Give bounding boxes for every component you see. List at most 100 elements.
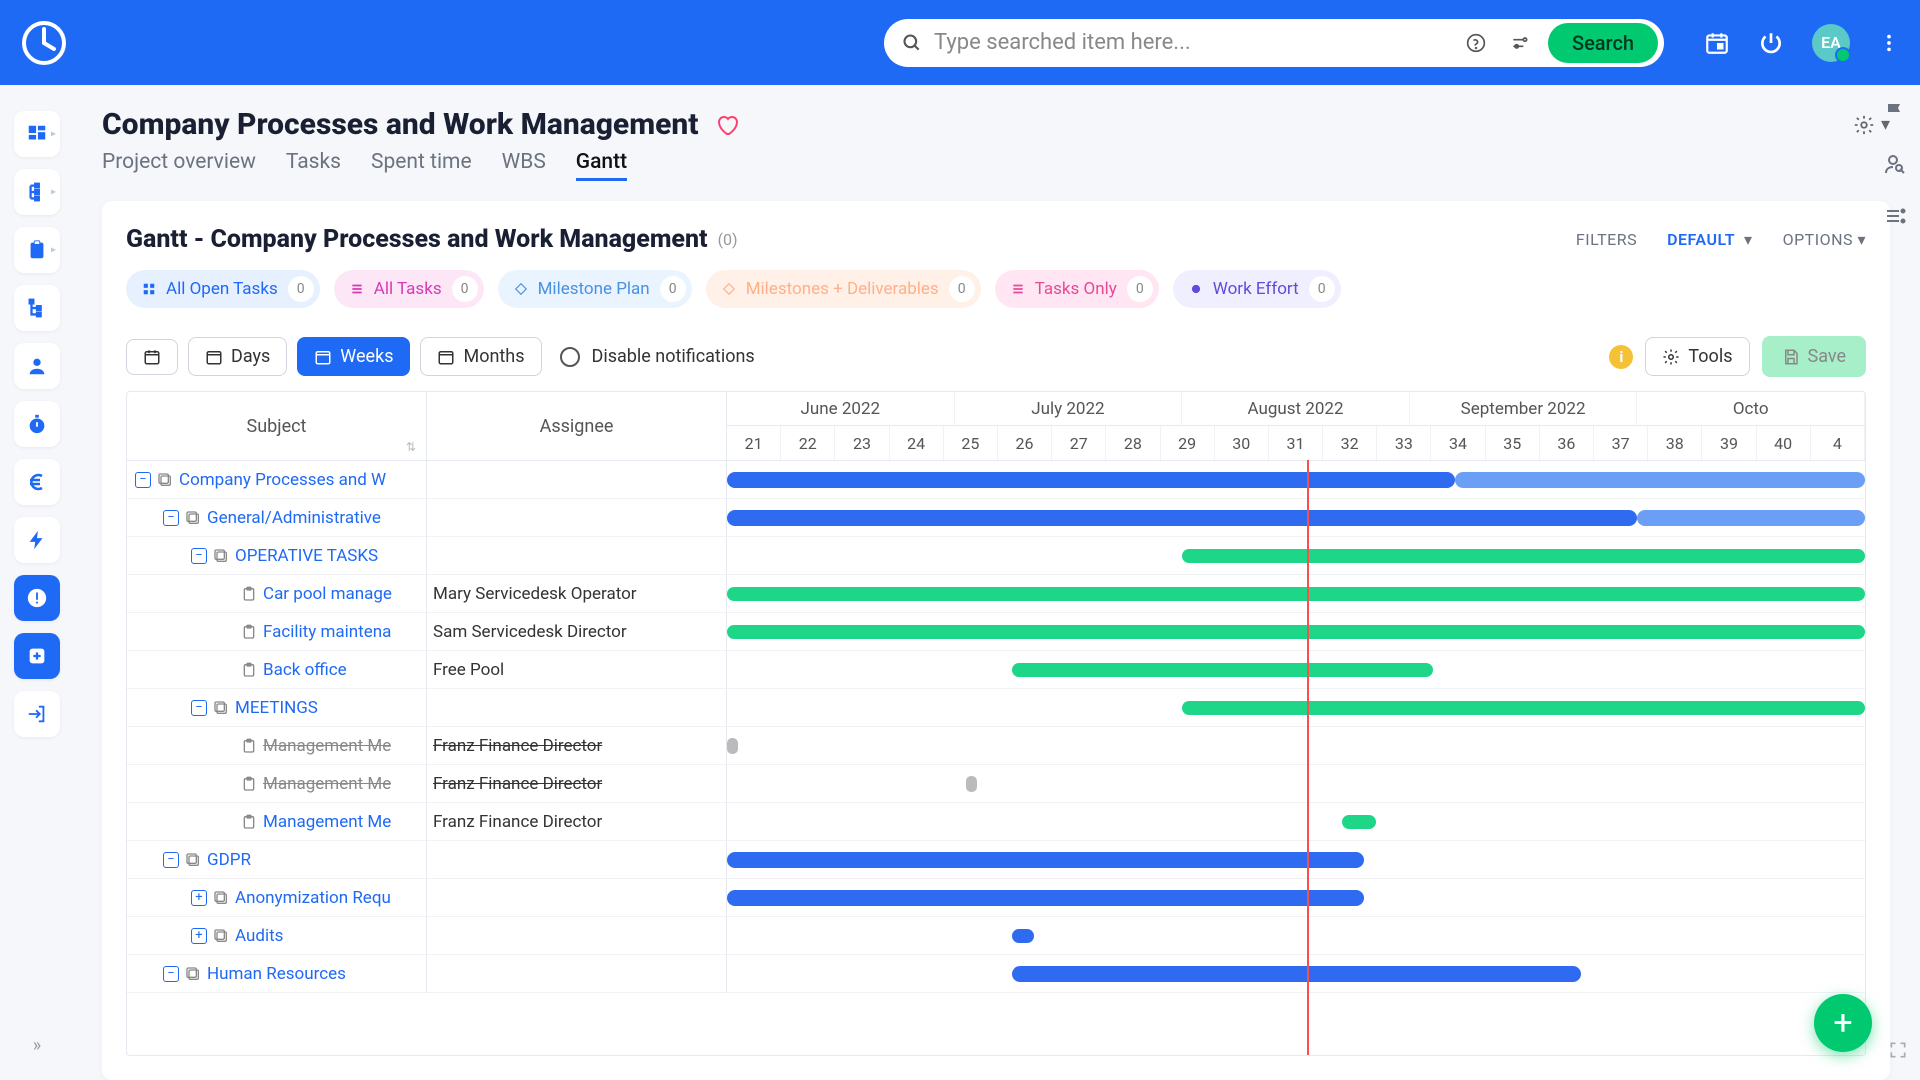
- gantt-row: Management MeFranz Finance Director: [127, 803, 1865, 841]
- tab-tasks[interactable]: Tasks: [286, 150, 341, 181]
- sort-icon[interactable]: ⇅: [406, 440, 416, 454]
- clipboard-icon: [241, 586, 257, 602]
- column-header-subject[interactable]: Subject⇅: [127, 392, 427, 460]
- gantt-bar[interactable]: [1455, 472, 1865, 488]
- filter-chip-tasks-only[interactable]: Tasks Only0: [995, 270, 1159, 308]
- diamond-icon: [722, 282, 736, 296]
- gantt-bar[interactable]: [1012, 966, 1581, 982]
- info-badge[interactable]: i: [1609, 345, 1633, 369]
- disable-notifications-toggle[interactable]: Disable notifications: [560, 346, 755, 367]
- more-icon[interactable]: [1878, 32, 1900, 54]
- gantt-bar[interactable]: [727, 890, 1364, 906]
- task-link[interactable]: Management Me: [263, 736, 391, 756]
- gantt-bar[interactable]: [727, 852, 1364, 868]
- expand-toggle[interactable]: [191, 890, 207, 906]
- week-label: 38: [1648, 426, 1702, 460]
- filters-dropdown[interactable]: DEFAULT ▾: [1667, 230, 1752, 249]
- expand-toggle[interactable]: [163, 966, 179, 982]
- week-label: 4: [1811, 426, 1865, 460]
- timeline-months: June 2022July 2022August 2022September 2…: [727, 392, 1865, 426]
- calendar-picker-button[interactable]: [126, 339, 178, 375]
- task-link[interactable]: Facility maintena: [263, 622, 391, 642]
- sidebar-wbs[interactable]: [14, 169, 60, 215]
- power-icon[interactable]: [1758, 30, 1784, 56]
- cell-subject: MEETINGS: [127, 689, 427, 727]
- task-link[interactable]: Management Me: [263, 774, 391, 794]
- sidebar-add[interactable]: [14, 633, 60, 679]
- task-link[interactable]: Audits: [235, 926, 283, 946]
- gantt-bar[interactable]: [727, 587, 1865, 601]
- expand-toggle[interactable]: [191, 700, 207, 716]
- cell-subject: Company Processes and W: [127, 461, 427, 499]
- tools-button[interactable]: Tools: [1645, 337, 1749, 376]
- expand-toggle[interactable]: [191, 548, 207, 564]
- sidebar-euro[interactable]: [14, 459, 60, 505]
- sidebar-alert[interactable]: [14, 575, 60, 621]
- calendar-icon[interactable]: [1704, 30, 1730, 56]
- task-link[interactable]: OPERATIVE TASKS: [235, 546, 378, 566]
- expand-toggle[interactable]: [135, 472, 151, 488]
- zoom-days-button[interactable]: Days: [188, 337, 287, 376]
- expand-toggle[interactable]: [163, 852, 179, 868]
- sidebar-user[interactable]: [14, 343, 60, 389]
- gantt-bar[interactable]: [727, 625, 1865, 639]
- user-search-icon[interactable]: [1883, 152, 1907, 176]
- gantt-bar[interactable]: [727, 510, 1637, 526]
- sidebar-tree[interactable]: [14, 285, 60, 331]
- sidebar-timer[interactable]: [14, 401, 60, 447]
- flag-icon[interactable]: [1883, 100, 1907, 124]
- gantt-bar[interactable]: [1012, 663, 1433, 677]
- help-icon[interactable]: [1460, 33, 1492, 53]
- sidebar-dashboard[interactable]: [14, 111, 60, 157]
- tab-project-overview[interactable]: Project overview: [102, 150, 256, 181]
- filter-chip-work-effort[interactable]: Work Effort0: [1173, 270, 1341, 308]
- filter-chip-all-tasks[interactable]: All Tasks0: [334, 270, 484, 308]
- tab-gantt[interactable]: Gantt: [576, 150, 627, 181]
- save-button[interactable]: Save: [1762, 336, 1867, 377]
- task-link[interactable]: Management Me: [263, 812, 391, 832]
- task-link[interactable]: Human Resources: [207, 964, 346, 984]
- zoom-weeks-button[interactable]: Weeks: [297, 337, 410, 376]
- task-link[interactable]: GDPR: [207, 850, 251, 870]
- filter-chip-milestone-plan[interactable]: Milestone Plan0: [498, 270, 692, 308]
- gantt-bar[interactable]: [1182, 549, 1865, 563]
- filter-chip-all-open-tasks[interactable]: All Open Tasks0: [126, 270, 320, 308]
- search-button[interactable]: Search: [1548, 23, 1658, 63]
- gantt-bar[interactable]: [1342, 815, 1376, 829]
- sidebar-bolt[interactable]: [14, 517, 60, 563]
- favorite-icon[interactable]: [715, 113, 739, 137]
- sidebar-clipboard[interactable]: [14, 227, 60, 273]
- tab-wbs[interactable]: WBS: [502, 150, 546, 181]
- fullscreen-icon[interactable]: [1888, 1040, 1908, 1060]
- column-header-assignee[interactable]: Assignee: [427, 392, 727, 460]
- cell-subject: GDPR: [127, 841, 427, 879]
- gantt-bar[interactable]: [1637, 510, 1865, 526]
- task-link[interactable]: General/Administrative: [207, 508, 381, 528]
- expand-toggle[interactable]: [163, 510, 179, 526]
- options-dropdown[interactable]: OPTIONS ▾: [1783, 230, 1866, 249]
- task-link[interactable]: Company Processes and W: [179, 470, 386, 490]
- gantt-bar[interactable]: [966, 776, 977, 792]
- search-input[interactable]: [934, 30, 1448, 55]
- task-link[interactable]: Car pool manage: [263, 584, 392, 604]
- task-link[interactable]: Back office: [263, 660, 347, 680]
- task-link[interactable]: MEETINGS: [235, 698, 318, 718]
- user-avatar[interactable]: EA: [1812, 24, 1850, 62]
- add-fab-button[interactable]: +: [1814, 994, 1872, 1052]
- app-logo[interactable]: [20, 19, 68, 67]
- sidebar-exit[interactable]: [14, 691, 60, 737]
- settings-list-icon[interactable]: [1883, 204, 1907, 228]
- adjust-icon[interactable]: [1504, 33, 1536, 53]
- filter-chip-milestones-deliverables[interactable]: Milestones + Deliverables0: [706, 270, 981, 308]
- clipboard-icon: [241, 776, 257, 792]
- cell-assignee: [427, 499, 727, 537]
- tab-spent-time[interactable]: Spent time: [371, 150, 472, 181]
- gantt-bar[interactable]: [1012, 929, 1035, 943]
- sidebar-expand[interactable]: »: [14, 1022, 60, 1068]
- task-link[interactable]: Anonymization Requ: [235, 888, 391, 908]
- zoom-months-button[interactable]: Months: [420, 337, 541, 376]
- gantt-bar[interactable]: [727, 738, 738, 754]
- gantt-bar[interactable]: [1182, 701, 1865, 715]
- expand-toggle[interactable]: [191, 928, 207, 944]
- gantt-bar[interactable]: [727, 472, 1455, 488]
